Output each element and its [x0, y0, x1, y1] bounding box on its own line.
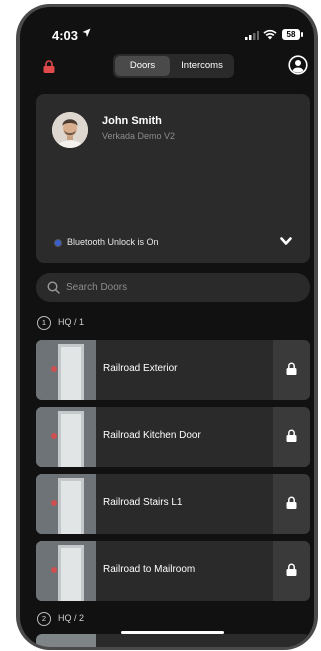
group-label: HQ / 2 [58, 613, 85, 623]
door-item[interactable]: Railroad Exterior [36, 340, 310, 400]
lock-icon [286, 496, 297, 509]
battery-tip [301, 32, 303, 37]
bluetooth-status-text: Bluetooth Unlock is On [67, 237, 159, 247]
avatar [52, 112, 88, 148]
app-screen: 4:03 58 Doors Intercoms John Smith Verka… [20, 7, 314, 647]
tab-intercoms[interactable]: Intercoms [171, 56, 233, 76]
door-name: Railroad Stairs L1 [103, 497, 183, 508]
unlock-button[interactable] [273, 474, 310, 534]
status-time: 4:03 [52, 28, 79, 43]
door-item[interactable]: Railroad to Mailroom [36, 541, 310, 601]
unlock-button[interactable] [273, 541, 310, 601]
unlock-button[interactable] [273, 407, 310, 467]
door-thumbnail [36, 407, 96, 467]
lock-icon[interactable] [43, 60, 55, 73]
unlock-button[interactable] [273, 340, 310, 400]
battery-icon: 58 [282, 29, 300, 40]
user-organization: Verkada Demo V2 [102, 131, 176, 141]
door-name: Railroad Exterior [103, 363, 178, 374]
signal-icon [245, 31, 259, 40]
door-name: Railroad Kitchen Door [103, 430, 201, 441]
door-thumbnail [36, 340, 96, 400]
door-item[interactable]: Railroad Stairs L1 [36, 474, 310, 534]
user-card: John Smith Verkada Demo V2 Bluetooth Unl… [36, 94, 310, 263]
door-thumbnail [36, 634, 96, 647]
status-bar: 4:03 58 [20, 7, 314, 53]
door-item[interactable]: Railroad Kitchen Door [36, 407, 310, 467]
chevron-down-icon[interactable] [280, 237, 292, 246]
bluetooth-status-dot [55, 240, 61, 246]
profile-icon[interactable] [288, 55, 308, 75]
group-label: HQ / 1 [58, 317, 85, 327]
search-input[interactable] [66, 279, 296, 296]
search-bar [36, 273, 310, 302]
door-thumbnail [36, 474, 96, 534]
search-icon [47, 281, 60, 294]
lock-icon [286, 362, 297, 375]
tab-doors[interactable]: Doors [115, 56, 170, 76]
location-arrow-icon [82, 28, 91, 37]
lock-icon [286, 429, 297, 442]
user-name: John Smith [102, 115, 162, 127]
door-intercom-toggle: Doors Intercoms [113, 54, 234, 78]
door-name: Railroad to Mailroom [103, 564, 196, 575]
lock-icon [286, 563, 297, 576]
wifi-icon [263, 29, 277, 40]
home-indicator[interactable] [121, 631, 224, 634]
door-thumbnail [36, 541, 96, 601]
group-badge: 2 [37, 612, 51, 626]
group-badge: 1 [37, 316, 51, 330]
